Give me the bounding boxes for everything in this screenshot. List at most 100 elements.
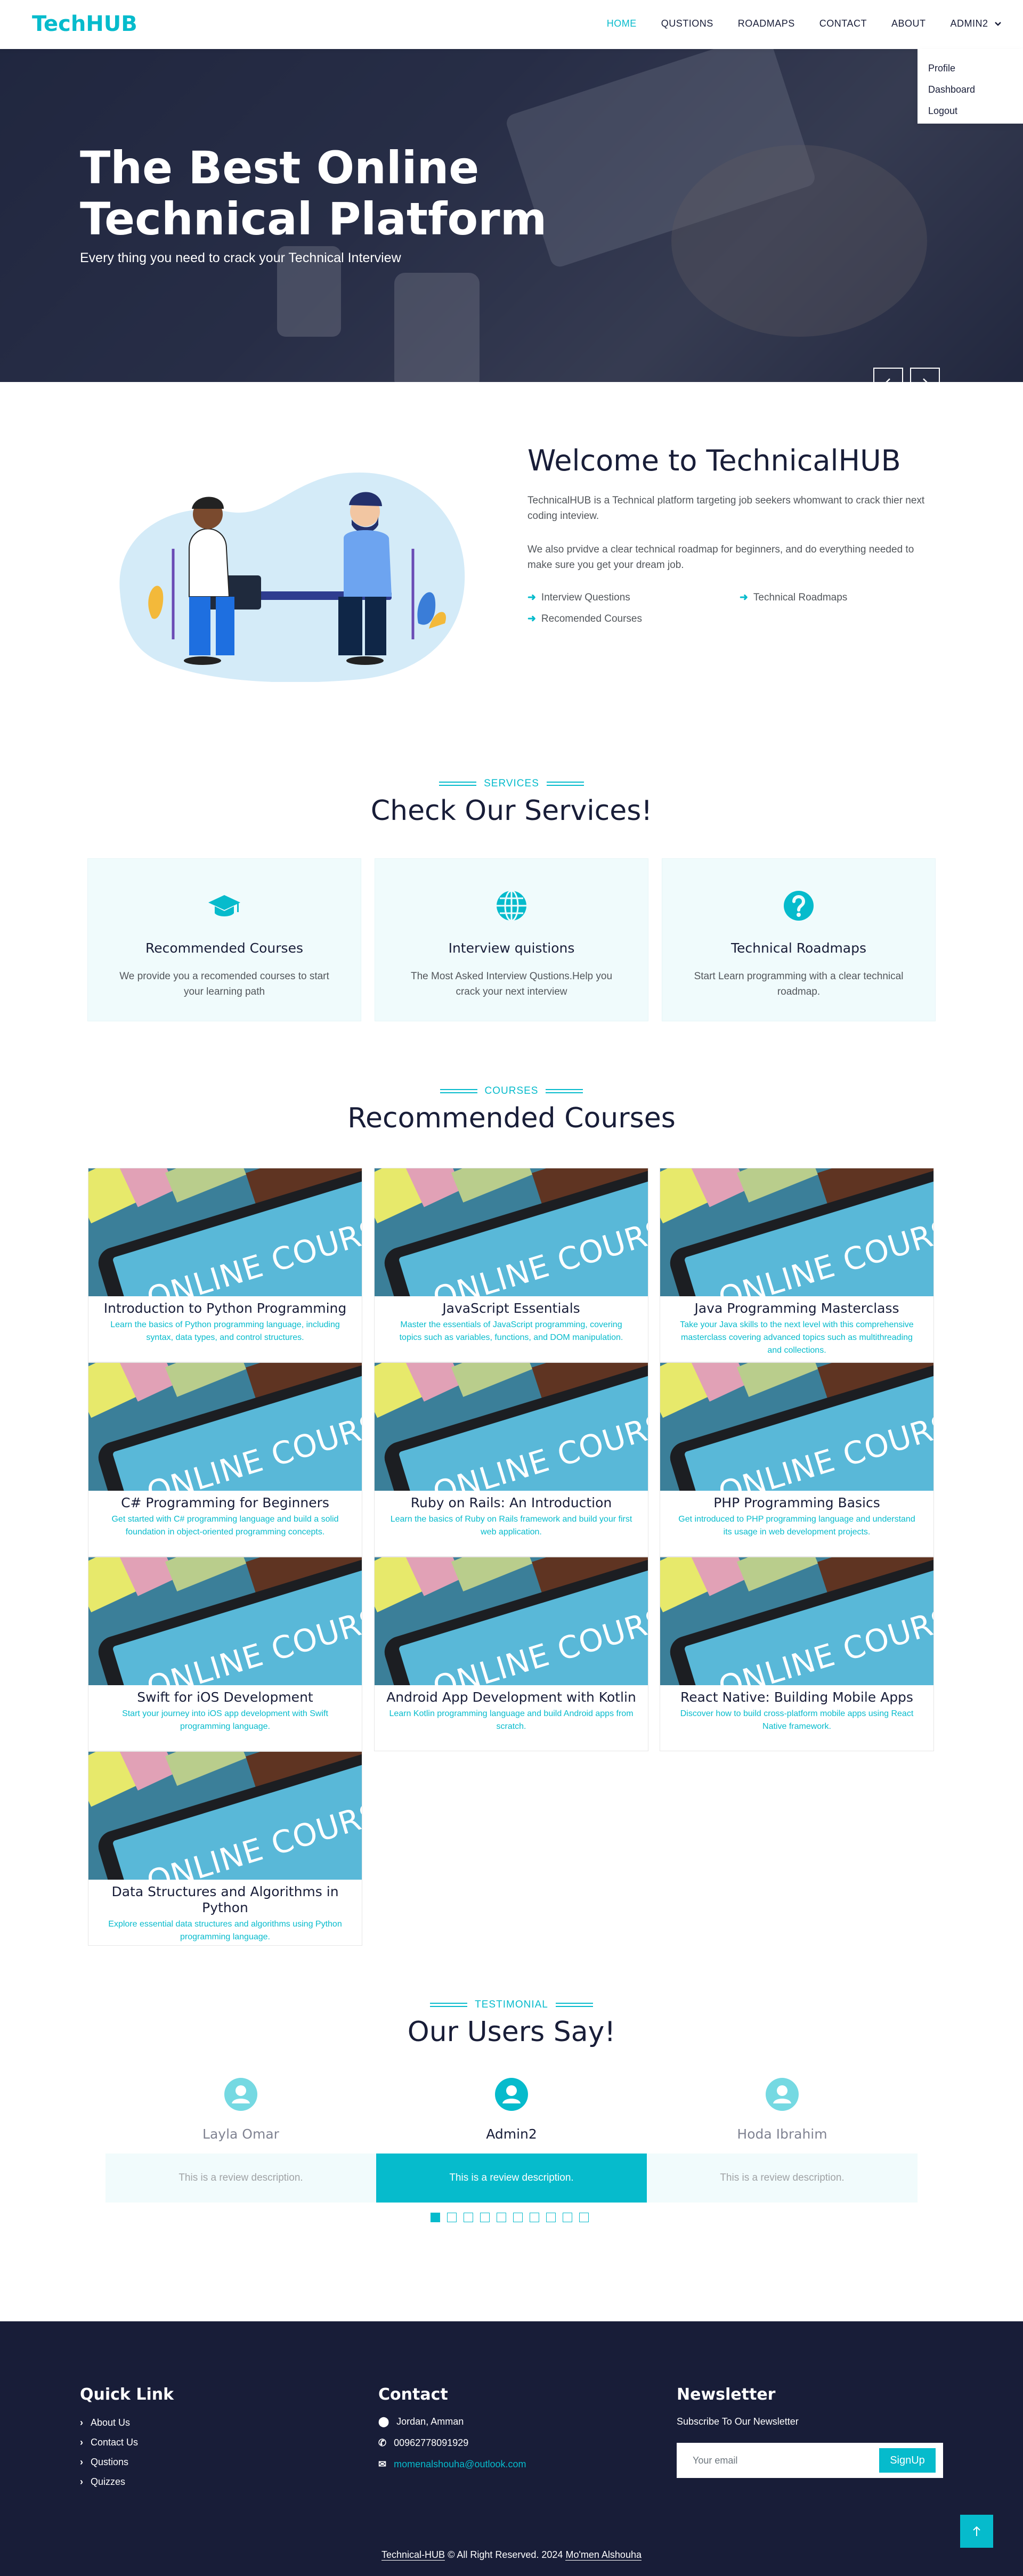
newsletter-email-input[interactable]: Your email — [693, 2455, 737, 2466]
address-text: Jordan, Amman — [396, 2416, 464, 2427]
carousel-dot[interactable] — [546, 2213, 556, 2222]
dropdown-logout[interactable]: Logout — [928, 100, 1012, 121]
chevron-right-icon: › — [80, 2476, 83, 2487]
nav-home[interactable]: HOME — [607, 18, 637, 29]
course-card[interactable]: ONLINE COURSES JavaScript Essentials Maste… — [374, 1168, 648, 1362]
question-circle-icon — [784, 891, 814, 921]
course-thumbnail: ONLINE COURSES — [88, 1168, 362, 1296]
course-title: React Native: Building Mobile Apps — [680, 1689, 913, 1705]
footer-link-label: Contact Us — [91, 2437, 139, 2448]
footer-quick-title: Quick Link — [80, 2385, 174, 2404]
courses-tag: COURSES — [0, 1085, 1023, 1097]
dropdown-profile[interactable]: Profile — [928, 58, 1012, 79]
carousel-dot[interactable] — [579, 2213, 589, 2222]
testimonial-title: Our Users Say! — [407, 2016, 616, 2048]
brand-logo[interactable]: TechHUB — [32, 12, 137, 36]
carousel-dot[interactable] — [497, 2213, 506, 2222]
arrow-right-icon: ➜ — [740, 592, 748, 603]
course-card[interactable]: ONLINE COURSES React Native: Building Mob… — [660, 1557, 934, 1751]
course-card[interactable]: ONLINE COURSES Android App Development wi… — [374, 1557, 648, 1751]
footer-link-label: About Us — [91, 2417, 131, 2428]
email-text: momenalshouha@outlook.com — [394, 2459, 526, 2469]
chevron-down-icon — [995, 22, 1001, 26]
map-marker-icon: ⬤ — [378, 2416, 389, 2427]
course-card[interactable]: ONLINE COURSES Swift for iOS Development S… — [88, 1557, 362, 1751]
services-title: Check Our Services! — [370, 795, 653, 827]
service-card[interactable]: Technical Roadmaps Start Learn programmi… — [662, 859, 935, 1021]
testimonial-card: Layla Omar This is a review description. — [105, 2078, 376, 2203]
nav-contact[interactable]: CONTACT — [819, 18, 867, 29]
service-card[interactable]: Recommended Courses We provide you a rec… — [88, 859, 361, 1021]
tag-lines — [439, 781, 477, 786]
carousel-dot[interactable] — [431, 2213, 440, 2222]
course-thumbnail: ONLINE COURSES — [660, 1363, 933, 1491]
carousel-dot[interactable] — [563, 2213, 572, 2222]
nav-questions[interactable]: QUSTIONS — [661, 18, 713, 29]
chevron-left-icon — [886, 378, 890, 382]
newsletter-form: Your email SignUp — [677, 2443, 943, 2478]
arrow-right-icon: ➜ — [527, 592, 536, 603]
nav-about[interactable]: ABOUT — [891, 18, 926, 29]
footer-link-contact[interactable]: › Contact Us — [80, 2437, 138, 2448]
testimonial-tag: TESTIMONIAL — [0, 1999, 1023, 2011]
carousel-dot[interactable] — [464, 2213, 473, 2222]
user-avatar-icon — [224, 2078, 257, 2111]
course-card[interactable]: ONLINE COURSES Java Programming Mastercla… — [660, 1168, 934, 1362]
course-desc: Learn Kotlin programming language and bu… — [389, 1709, 634, 1731]
phone-icon: ✆ — [378, 2437, 387, 2448]
testimonial-card: Admin2 This is a review description. — [376, 2078, 647, 2203]
testimonial-name: Admin2 — [486, 2126, 537, 2142]
course-title: Data Structures and Algorithms in Python — [111, 1884, 339, 1915]
phone-text: 00962778091929 — [394, 2437, 469, 2448]
hero-subtitle: Every thing you need to crack your Techn… — [80, 250, 401, 265]
copyright-brand-link[interactable]: Technical-HUB — [381, 2549, 445, 2561]
carousel-dots — [431, 2213, 589, 2222]
courses-tag-label: COURSES — [484, 1085, 539, 1096]
welcome-paragraph-1: TechnicalHUB is a Technical platform tar… — [527, 495, 925, 522]
course-thumbnail: ONLINE COURSES — [375, 1363, 648, 1491]
testimonial-tag-label: TESTIMONIAL — [475, 1999, 548, 2010]
carousel-dot[interactable] — [447, 2213, 457, 2222]
course-title: PHP Programming Basics — [713, 1495, 880, 1510]
nav-user-menu[interactable]: ADMIN2 — [950, 18, 1002, 29]
globe-icon — [497, 890, 526, 922]
course-desc: Explore essential data structures and al… — [108, 1920, 342, 1941]
course-card[interactable]: ONLINE COURSES C# Programming for Beginne… — [88, 1362, 362, 1557]
course-card[interactable]: ONLINE COURSES PHP Programming Basics Get … — [660, 1362, 934, 1557]
welcome-paragraph-2: We also prvidve a clear technical roadma… — [527, 544, 914, 571]
service-card[interactable]: Interview quistions The Most Asked Inter… — [375, 859, 648, 1021]
carousel-dot[interactable] — [513, 2213, 523, 2222]
copyright-author-link[interactable]: Mo'men Alshouha — [565, 2549, 642, 2561]
footer-link-quizzes[interactable]: › Quizzes — [80, 2476, 125, 2488]
chevron-right-icon: › — [80, 2417, 83, 2428]
course-card[interactable]: ONLINE COURSES Introduction to Python Pro… — [88, 1168, 362, 1362]
footer-link-about[interactable]: › About Us — [80, 2417, 130, 2428]
newsletter-subtitle: Subscribe To Our Newsletter — [677, 2416, 799, 2427]
carousel-dot[interactable] — [480, 2213, 490, 2222]
carousel-dot[interactable] — [530, 2213, 539, 2222]
course-desc: Discover how to build cross-platform mob… — [680, 1709, 914, 1731]
graduation-cap-icon — [208, 895, 240, 916]
testimonial-name: Layla Omar — [202, 2126, 279, 2142]
carousel-prev-button[interactable] — [873, 368, 903, 382]
navbar: TechHUB HOME QUSTIONS ROADMAPS CONTACT A… — [0, 0, 1023, 49]
course-title: Android App Development with Kotlin — [386, 1689, 636, 1705]
footer-contact-title: Contact — [378, 2385, 448, 2404]
course-thumbnail: ONLINE COURSES — [375, 1168, 648, 1296]
dropdown-dashboard[interactable]: Dashboard — [928, 79, 1012, 100]
chevron-right-icon: › — [80, 2457, 83, 2467]
courses-title: Recommended Courses — [347, 1102, 676, 1134]
footer-link-questions[interactable]: › Qustions — [80, 2457, 128, 2468]
carousel-next-button[interactable] — [910, 368, 940, 382]
course-card[interactable]: ONLINE COURSES Ruby on Rails: An Introduc… — [374, 1362, 648, 1557]
course-desc: Master the essentials of JavaScript prog… — [399, 1320, 623, 1342]
back-to-top-button[interactable] — [960, 2515, 993, 2548]
feature-label: Interview Questions — [541, 592, 630, 603]
course-title: C# Programming for Beginners — [121, 1495, 329, 1510]
footer-email[interactable]: ✉ momenalshouha@outlook.com — [378, 2459, 526, 2470]
nav-roadmaps[interactable]: ROADMAPS — [738, 18, 795, 29]
course-card[interactable]: ONLINE COURSES Data Structures and Algori… — [88, 1751, 362, 1946]
feature-item: ➜ Interview Questions — [527, 591, 630, 604]
testimonial-review: This is a review description. — [105, 2154, 376, 2203]
newsletter-signup-button[interactable]: SignUp — [879, 2448, 936, 2473]
